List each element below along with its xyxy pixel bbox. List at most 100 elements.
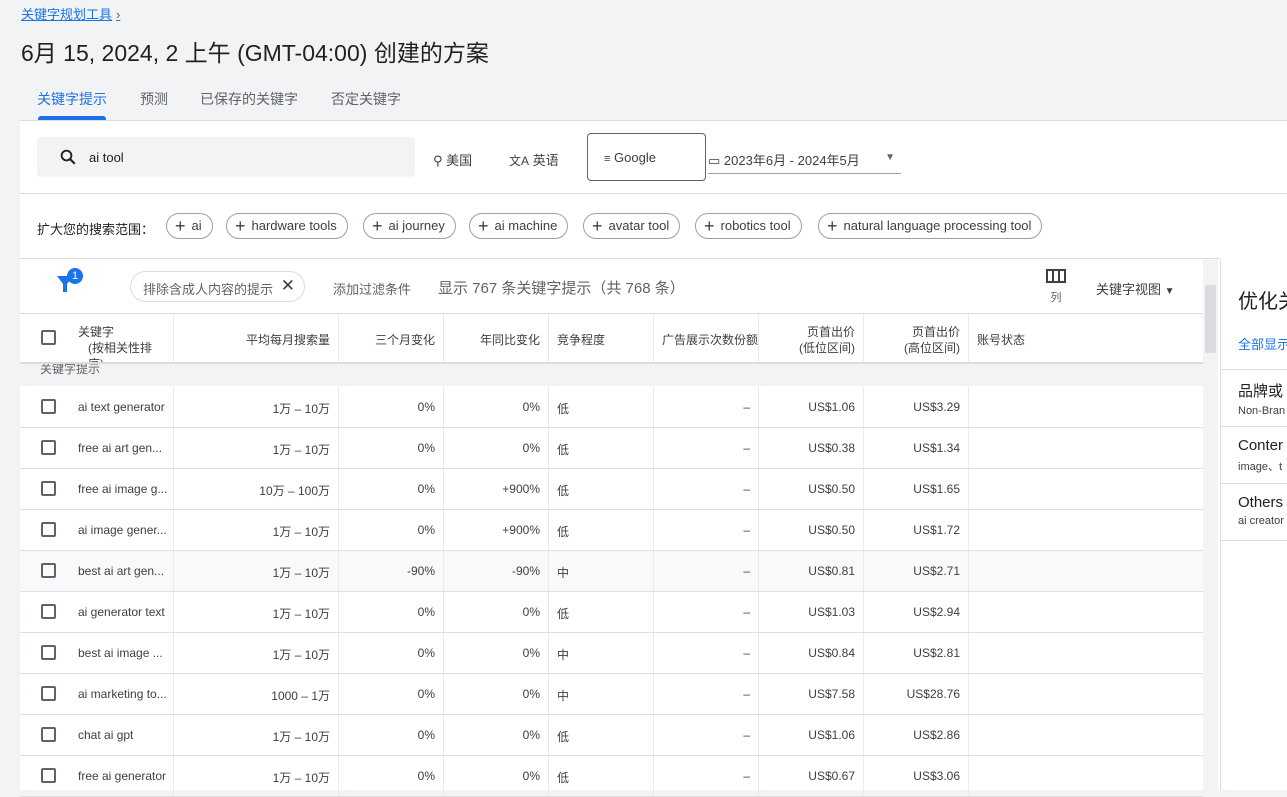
cell-keyword[interactable]: ai text generator (70, 387, 174, 427)
filter-chip-exclude-adult[interactable]: 排除含成人内容的提示 ✕ (130, 271, 305, 302)
header-avg-monthly[interactable]: 平均每月搜索量 (174, 314, 339, 362)
cell-avg-monthly: 1000 – 1万 (174, 674, 339, 714)
date-range-value: 2023年6月 - 2024年5月 (723, 153, 860, 168)
plus-icon: + (592, 216, 603, 236)
cell-competition: 中 (549, 633, 654, 673)
header-bid-low[interactable]: 页首出价 (低位区间) (759, 314, 864, 362)
chip-label: ai journey (388, 218, 445, 233)
select-all-checkbox[interactable] (41, 330, 56, 345)
cell-account-status (969, 510, 1203, 550)
filter-button[interactable]: 1 (55, 268, 83, 301)
table-row[interactable]: free ai image g... 10万 – 100万 0% +900% 低 – US$… (20, 469, 1203, 510)
header-bid-high[interactable]: 页首出价 (高位区间) (864, 314, 969, 362)
divider (20, 258, 1220, 259)
header-bid-high-sub: (高位区间) (904, 341, 960, 355)
table-row[interactable]: best ai image ... 1万 – 10万 0% 0% 中 – US$0.84 US… (20, 633, 1203, 674)
cell-keyword[interactable]: chat ai gpt (70, 715, 174, 755)
cell-keyword[interactable]: free ai generator (70, 756, 174, 796)
tab-keyword-ideas[interactable]: 关键字提示 (37, 89, 107, 109)
cell-keyword[interactable]: best ai art gen... (70, 551, 174, 591)
cell-keyword[interactable]: ai generator text (70, 592, 174, 632)
header-three-month[interactable]: 三个月变化 (339, 314, 444, 362)
table-row[interactable]: free ai generator 1万 – 10万 0% 0% 低 – US$0.67 US… (20, 756, 1203, 797)
refine-item-brand[interactable]: 品牌或 Non-Bran (1221, 370, 1287, 427)
network-selector[interactable]: ≡ Google (587, 133, 706, 181)
table-row[interactable]: chat ai gpt 1万 – 10万 0% 0% 低 – US$1.06 US$2.86 (20, 715, 1203, 756)
cell-avg-monthly: 1万 – 10万 (174, 551, 339, 591)
expand-chip[interactable]: + ai journey (363, 213, 456, 239)
cell-bid-low: US$0.50 (759, 510, 864, 550)
table-row[interactable]: best ai art gen... 1万 – 10万 -90% -90% 中 – US$0… (20, 551, 1203, 592)
calendar-icon: ▭ (708, 153, 721, 168)
cell-keyword[interactable]: free ai image g... (70, 469, 174, 509)
scrollbar-thumb[interactable] (1205, 285, 1216, 353)
refine-item-others[interactable]: Others ai creator (1221, 484, 1287, 541)
cell-avg-monthly: 1万 – 10万 (174, 715, 339, 755)
refine-item-content[interactable]: Conter image、t (1221, 427, 1287, 484)
cell-bid-low: US$0.67 (759, 756, 864, 796)
cell-three-month: -90% (339, 551, 444, 591)
location-selector[interactable]: ⚲ 美国 (433, 150, 472, 169)
tab-negative-keywords[interactable]: 否定关键字 (331, 89, 401, 109)
cell-account-status (969, 428, 1203, 468)
row-checkbox[interactable] (41, 399, 56, 414)
plus-icon: + (478, 216, 489, 236)
cell-impression-share: – (654, 756, 759, 796)
close-icon[interactable]: ✕ (281, 276, 295, 296)
cell-three-month: 0% (339, 510, 444, 550)
row-checkbox[interactable] (41, 645, 56, 660)
cell-keyword[interactable]: free ai art gen... (70, 428, 174, 468)
keyword-view-dropdown[interactable]: 关键字视图 ▼ (1096, 279, 1175, 298)
group-header: 关键字提示 (20, 362, 1203, 386)
plus-icon: + (704, 216, 715, 236)
expand-chip[interactable]: + hardware tools (226, 213, 348, 239)
row-checkbox[interactable] (41, 686, 56, 701)
language-selector[interactable]: 文A 英语 (509, 150, 559, 169)
search-input[interactable]: ai tool (37, 137, 415, 177)
plus-icon: + (827, 216, 838, 236)
table-row[interactable]: ai marketing to... 1000 – 1万 0% 0% 中 – US$7.58… (20, 674, 1203, 715)
table-row[interactable]: ai text generator 1万 – 10万 0% 0% 低 – US$1.06 US… (20, 387, 1203, 428)
expand-chip[interactable]: + robotics tool (695, 213, 802, 239)
cell-three-month: 0% (339, 674, 444, 714)
row-checkbox[interactable] (41, 563, 56, 578)
columns-button[interactable]: 列 (1043, 268, 1069, 305)
header-keyword[interactable]: 关键字(按相关性排序) (70, 314, 174, 371)
table-row[interactable]: ai generator text 1万 – 10万 0% 0% 低 – US$1.03 US… (20, 592, 1203, 633)
cell-competition: 低 (549, 387, 654, 427)
table-row[interactable]: free ai art gen... 1万 – 10万 0% 0% 低 – US$0.38 U… (20, 428, 1203, 469)
row-checkbox[interactable] (41, 604, 56, 619)
cell-yoy: 0% (444, 715, 549, 755)
cell-keyword[interactable]: best ai image ... (70, 633, 174, 673)
cell-bid-low: US$1.06 (759, 715, 864, 755)
show-all-link[interactable]: 全部显示 (1238, 334, 1287, 353)
cell-bid-high: US$2.94 (864, 592, 969, 632)
row-checkbox[interactable] (41, 727, 56, 742)
cell-impression-share: – (654, 633, 759, 673)
header-impression-share[interactable]: 广告展示次数份额 (654, 314, 759, 362)
cell-competition: 低 (549, 592, 654, 632)
header-account-status[interactable]: 账号状态 (969, 314, 1203, 362)
tab-forecast[interactable]: 预测 (140, 89, 168, 109)
table-row[interactable]: ai image gener... 1万 – 10万 0% +900% 低 – US$0.5… (20, 510, 1203, 551)
cell-keyword[interactable]: ai marketing to... (70, 674, 174, 714)
row-checkbox[interactable] (41, 522, 56, 537)
expand-chip[interactable]: + natural language processing tool (818, 213, 1043, 239)
breadcrumb-keyword-planner[interactable]: 关键字规划工具 › (21, 4, 120, 23)
header-competition[interactable]: 竞争程度 (549, 314, 654, 362)
row-checkbox[interactable] (41, 440, 56, 455)
row-checkbox[interactable] (41, 768, 56, 783)
page-title: 6月 15, 2024, 2 上午 (GMT-04:00) 创建的方案 (21, 40, 489, 66)
refine-item-title: Others (1238, 494, 1284, 511)
expand-chip[interactable]: + avatar tool (583, 213, 681, 239)
cell-keyword[interactable]: ai image gener... (70, 510, 174, 550)
header-yoy[interactable]: 年同比变化 (444, 314, 549, 362)
expand-chip[interactable]: + ai machine (469, 213, 569, 239)
refine-keywords-panel: 优化关 全部显示 品牌或 Non-Bran Conter image、t Other… (1220, 259, 1287, 790)
row-checkbox[interactable] (41, 481, 56, 496)
tab-saved-keywords[interactable]: 已保存的关键字 (200, 89, 298, 109)
cell-yoy: 0% (444, 633, 549, 673)
date-range-selector[interactable]: ▭ 2023年6月 - 2024年5月 ▼ (708, 150, 901, 174)
expand-chip[interactable]: + ai (166, 213, 213, 239)
add-filter-button[interactable]: 添加过滤条件 (333, 279, 411, 298)
